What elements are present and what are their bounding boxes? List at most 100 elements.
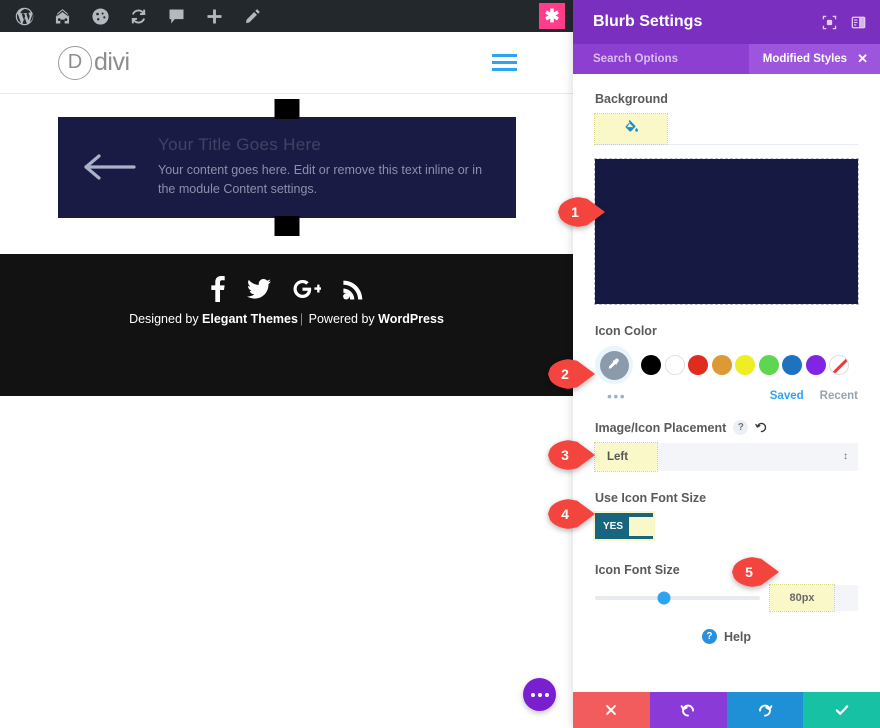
icon-color-label: Icon Color — [595, 324, 858, 338]
modified-styles-label: Modified Styles — [762, 53, 848, 65]
background-field: Background — [594, 92, 859, 305]
home-icon[interactable] — [46, 0, 78, 32]
use-icon-font-size-field: Use Icon Font Size YES — [593, 491, 858, 559]
redo-button[interactable] — [726, 692, 804, 728]
eyedropper-icon — [599, 350, 629, 380]
drag-handle-top[interactable] — [274, 99, 300, 119]
more-colors-button[interactable]: ••• — [595, 388, 626, 404]
icon-font-size-value[interactable]: 80px — [769, 584, 835, 612]
plugin-badge-icon[interactable]: ✱ — [539, 3, 565, 29]
placement-select[interactable]: Left ↕ — [594, 442, 858, 472]
use-icon-font-size-label: Use Icon Font Size — [595, 491, 858, 505]
blurb-module-wrapper[interactable]: Your Title Goes Here Your content goes h… — [58, 99, 516, 236]
blurb-title[interactable]: Your Title Goes Here — [158, 135, 494, 155]
panel-body: Background Icon Color ••• Saved Recent I… — [573, 74, 880, 692]
background-tabs — [594, 113, 858, 145]
hamburger-bar — [492, 54, 517, 57]
icon-font-size-unit-rest — [834, 585, 858, 611]
blurb-module[interactable]: Your Title Goes Here Your content goes h… — [58, 117, 516, 218]
icon-color-field: Icon Color ••• Saved Recent — [595, 324, 858, 404]
swatch-green[interactable] — [758, 355, 779, 375]
icon-color-swatches — [595, 346, 858, 384]
paint-bucket-icon — [624, 119, 639, 139]
footer-credits: Designed by Elegant Themes | Powered by W… — [0, 312, 573, 326]
chevron-updown-icon: ↕ — [843, 451, 848, 462]
facebook-icon[interactable] — [210, 276, 225, 302]
question-circle-icon: ? — [701, 629, 717, 644]
swatch-red[interactable] — [688, 355, 708, 375]
close-icon[interactable]: ✕ — [857, 51, 868, 67]
dot — [537, 692, 542, 697]
arrow-left-icon — [80, 152, 140, 182]
blurb-description[interactable]: Your content goes here. Edit or remove t… — [158, 161, 494, 200]
modified-styles-pill[interactable]: Modified Styles ✕ — [748, 44, 880, 74]
swatch-white[interactable] — [664, 355, 685, 375]
slider-handle[interactable] — [657, 591, 671, 605]
placement-select-rest: ↕ — [657, 443, 858, 471]
pencil-icon[interactable] — [236, 0, 268, 32]
background-color-preview[interactable] — [594, 158, 859, 305]
refresh-icon[interactable] — [122, 0, 154, 32]
toggle-state-label: YES — [603, 520, 624, 532]
undo-button[interactable] — [649, 692, 727, 728]
rss-icon[interactable] — [343, 278, 363, 300]
icon-color-label-text: Icon Color — [595, 324, 657, 338]
background-label-text: Background — [595, 92, 668, 106]
icon-color-meta-row: ••• Saved Recent — [595, 388, 858, 404]
wordpress-logo-icon[interactable] — [8, 0, 40, 32]
background-color-tab[interactable] — [594, 113, 668, 145]
icon-font-size-input-group[interactable]: 80px — [769, 584, 858, 612]
icon-font-size-label: Icon Font Size — [595, 563, 858, 577]
wp-admin-bar: ✱ — [0, 0, 573, 32]
callout-marker-3: 3 — [548, 440, 595, 470]
credit-brand[interactable]: Elegant Themes — [202, 312, 298, 326]
swatch-transparent[interactable] — [829, 355, 849, 375]
save-button[interactable] — [803, 692, 880, 728]
background-tabs-filler — [667, 114, 858, 144]
panel-title: Blurb Settings — [593, 13, 703, 30]
swatch-blue[interactable] — [782, 355, 802, 375]
dot — [530, 692, 535, 697]
hamburger-bar — [492, 68, 517, 71]
use-icon-font-size-label-text: Use Icon Font Size — [595, 491, 707, 505]
icon-font-size-label-text: Icon Font Size — [595, 563, 680, 577]
more-options-button[interactable] — [523, 678, 556, 711]
cancel-button[interactable] — [573, 692, 650, 728]
panel-search-bar: Search Options Modified Styles ✕ — [573, 44, 880, 74]
credit-separator: | — [299, 312, 304, 326]
googleplus-icon[interactable] — [293, 279, 321, 299]
help-link[interactable]: ? Help — [595, 629, 858, 644]
plus-icon[interactable] — [198, 0, 230, 32]
swatch-black[interactable] — [641, 355, 661, 375]
credit-prefix: Designed by — [129, 312, 203, 326]
twitter-icon[interactable] — [247, 279, 271, 299]
swatch-purple[interactable] — [805, 355, 826, 375]
callout-marker-2: 2 — [548, 359, 595, 389]
credit-platform[interactable]: WordPress — [378, 312, 444, 326]
saved-colors-tab[interactable]: Saved — [770, 390, 804, 402]
callout-marker-5: 5 — [732, 557, 779, 587]
placement-label: Image/Icon Placement ? — [595, 420, 858, 435]
hamburger-menu-icon[interactable] — [492, 54, 517, 71]
icon-font-size-slider[interactable] — [595, 591, 760, 605]
help-label: Help — [723, 629, 752, 644]
use-icon-font-size-toggle[interactable]: YES — [593, 511, 655, 541]
drag-handle-bottom[interactable] — [274, 215, 300, 236]
color-picker-button[interactable] — [595, 346, 633, 384]
reset-icon[interactable] — [755, 421, 768, 434]
image-icon-placement-field: Image/Icon Placement ? Left ↕ — [594, 420, 858, 472]
comment-icon[interactable] — [160, 0, 192, 32]
panel-header-actions — [822, 15, 866, 30]
recent-colors-tab[interactable]: Recent — [820, 390, 858, 402]
swatch-yellow[interactable] — [735, 355, 755, 375]
divi-logo[interactable]: D divi — [58, 45, 130, 80]
question-mark-icon[interactable]: ? — [733, 420, 749, 435]
swatch-orange[interactable] — [711, 355, 732, 375]
credit-middle: Powered by — [305, 312, 379, 326]
focus-target-icon[interactable] — [822, 15, 837, 30]
placement-label-text: Image/Icon Placement — [595, 420, 727, 435]
search-input[interactable]: Search Options — [593, 53, 678, 65]
dashboard-icon[interactable] — [84, 0, 116, 32]
panel-layout-icon[interactable] — [851, 15, 866, 30]
palette-tabs: Saved Recent — [770, 390, 858, 402]
